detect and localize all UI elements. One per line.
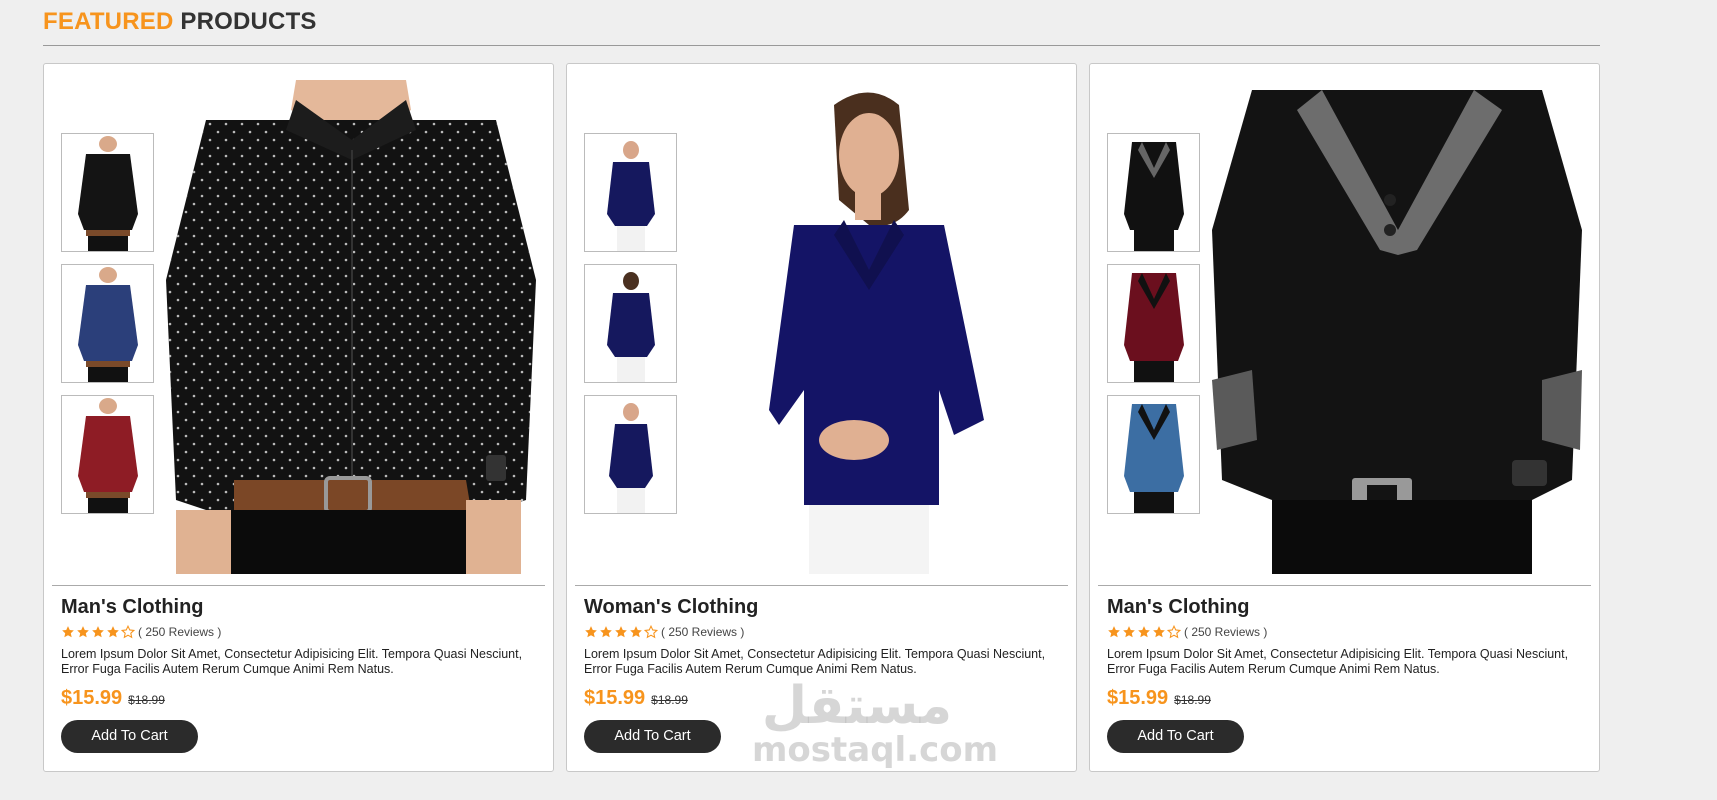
add-to-cart-button[interactable]: Add To Cart (584, 720, 721, 753)
product-main-image[interactable] (166, 80, 538, 574)
section-title-accent: FEATURED (43, 8, 174, 35)
rating: ( 250 Reviews ) (584, 625, 1059, 639)
product-card: Man's Clothing ( 250 Reviews ) Lorem Ips… (1089, 63, 1600, 772)
section-title: FEATURED PRODUCTS (43, 8, 317, 36)
star-filled-icon (62, 626, 74, 638)
product-info: Man's Clothing ( 250 Reviews ) Lorem Ips… (1107, 594, 1582, 753)
product-main-image[interactable] (1212, 80, 1584, 574)
star-empty-icon (121, 625, 135, 639)
thumbnail-red-shirt[interactable] (61, 395, 154, 514)
price-row: $15.99 $18.99 (584, 687, 1059, 710)
thumbnail-navy-shirt[interactable] (61, 264, 154, 383)
current-price: $15.99 (61, 687, 123, 709)
section-title-rest: PRODUCTS (180, 8, 317, 35)
old-price: $18.99 (1174, 693, 1211, 707)
star-filled-icon (630, 626, 642, 638)
star-filled-icon (1138, 626, 1150, 638)
thumbnail-black-cowl-tee[interactable] (1107, 133, 1200, 252)
product-main-image[interactable] (689, 80, 1061, 574)
price-row: $15.99 $18.99 (61, 687, 536, 710)
thumbnail-navy-blouse-side[interactable] (584, 395, 677, 514)
thumbnail-blue-cowl-tee[interactable] (1107, 395, 1200, 514)
old-price: $18.99 (128, 693, 165, 707)
thumbnail-navy-blouse-front[interactable] (584, 133, 677, 252)
current-price: $15.99 (1107, 687, 1169, 709)
thumbnail-navy-blouse-back[interactable] (584, 264, 677, 383)
star-filled-icon (1108, 626, 1120, 638)
thumbnail-list (584, 133, 677, 526)
old-price: $18.99 (651, 693, 688, 707)
thumbnail-maroon-cowl-tee[interactable] (1107, 264, 1200, 383)
product-title[interactable]: Woman's Clothing (584, 596, 1059, 619)
image-divider (575, 585, 1068, 586)
add-to-cart-button[interactable]: Add To Cart (1107, 720, 1244, 753)
product-card: Man's Clothing ( 250 Reviews ) Lorem Ips… (43, 63, 554, 772)
review-count: ( 250 Reviews ) (661, 625, 745, 639)
star-filled-icon (1153, 626, 1165, 638)
image-divider (1098, 585, 1591, 586)
current-price: $15.99 (584, 687, 646, 709)
review-count: ( 250 Reviews ) (1184, 625, 1268, 639)
star-filled-icon (107, 626, 119, 638)
product-info: Man's Clothing ( 250 Reviews ) Lorem Ips… (61, 594, 536, 753)
rating: ( 250 Reviews ) (61, 625, 536, 639)
add-to-cart-button[interactable]: Add To Cart (61, 720, 198, 753)
star-filled-icon (92, 626, 104, 638)
thumbnail-list (1107, 133, 1200, 526)
price-row: $15.99 $18.99 (1107, 687, 1582, 710)
star-filled-icon (1123, 626, 1135, 638)
star-filled-icon (77, 626, 89, 638)
section-divider (43, 45, 1600, 46)
product-card: Woman's Clothing ( 250 Reviews ) Lorem I… (566, 63, 1077, 772)
star-filled-icon (615, 626, 627, 638)
rating: ( 250 Reviews ) (1107, 625, 1582, 639)
review-count: ( 250 Reviews ) (138, 625, 222, 639)
product-title[interactable]: Man's Clothing (61, 596, 536, 619)
product-description: Lorem Ipsum Dolor Sit Amet, Consectetur … (584, 647, 1046, 676)
star-filled-icon (600, 626, 612, 638)
product-description: Lorem Ipsum Dolor Sit Amet, Consectetur … (61, 647, 523, 676)
star-filled-icon (585, 626, 597, 638)
product-description: Lorem Ipsum Dolor Sit Amet, Consectetur … (1107, 647, 1569, 676)
image-divider (52, 585, 545, 586)
star-empty-icon (644, 625, 658, 639)
product-info: Woman's Clothing ( 250 Reviews ) Lorem I… (584, 594, 1059, 753)
star-empty-icon (1167, 625, 1181, 639)
thumbnail-list (61, 133, 154, 526)
thumbnail-black-shirt[interactable] (61, 133, 154, 252)
product-title[interactable]: Man's Clothing (1107, 596, 1582, 619)
